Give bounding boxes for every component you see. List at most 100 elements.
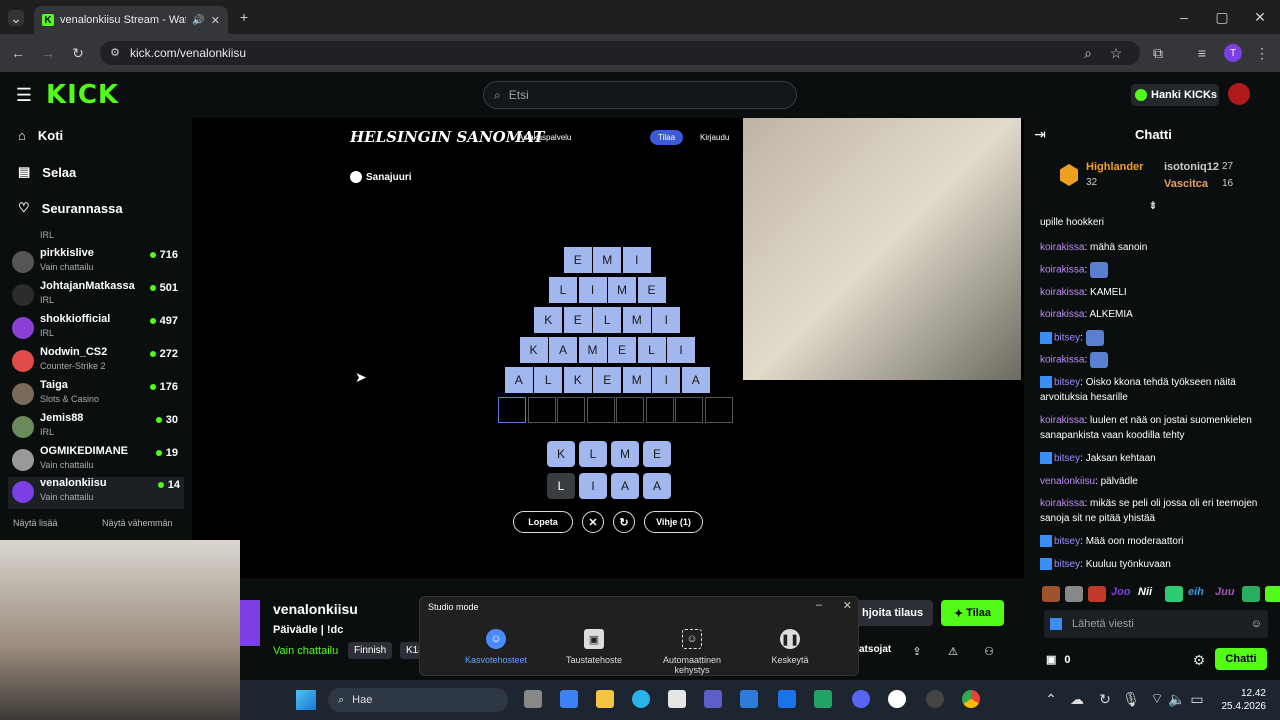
search-input[interactable]: ⌕ Etsi [483,81,797,109]
user-options-icon[interactable]: ⚇ [982,644,996,658]
chat-username[interactable]: koirakissa [1040,415,1084,426]
bookmark-star-icon[interactable]: ☆ [1108,45,1124,61]
close-tab-icon[interactable]: ✕ [211,14,220,27]
sidebar-nav-following[interactable]: ♡ Seurannassa [18,200,123,216]
microphone-icon[interactable]: 🎙 [1122,691,1140,707]
battery-icon[interactable]: ▭ [1190,691,1204,707]
kicks-balance[interactable]: ▣ 0 [1046,653,1071,667]
auto-framing-button[interactable]: ☺ Automaattinen kehystys [652,625,732,675]
emote-word[interactable]: Nii [1138,586,1152,598]
volume-icon[interactable]: 🔈 [1168,691,1185,707]
zoom-icon[interactable]: ⌕ [1080,45,1096,61]
task-view-icon[interactable] [524,690,542,708]
gift-sub-button[interactable]: hjoita tilaus [859,600,933,626]
emote-word[interactable]: Joo [1111,586,1131,598]
close-window-icon[interactable]: ✕ [1252,9,1268,25]
leader-name[interactable]: isotoniq12 [1164,161,1219,173]
chat-username[interactable]: bitsey [1054,559,1080,570]
wifi-icon[interactable]: ⌔ [1150,690,1164,706]
chat-input[interactable]: Lähetä viesti ☺ [1044,610,1268,638]
subscribe-button[interactable]: ✦ Tilaa [941,600,1004,626]
taskbar-clock[interactable]: 12.42 25.4.2026 [1210,687,1267,713]
leader-name[interactable]: Vascitca [1164,178,1208,190]
taskbar-search[interactable]: ⌕ Hae [328,688,508,712]
send-chat-button[interactable]: Chatti [1215,648,1267,670]
report-icon[interactable]: ⚠ [946,644,960,658]
emote-icon[interactable] [1042,586,1060,602]
viewers-partial[interactable]: atsojat [859,644,891,655]
studio-close-icon[interactable]: ✕ [843,599,852,612]
emote-word[interactable]: Juu [1215,586,1235,598]
edge-icon[interactable] [632,690,650,708]
tab-list-icon[interactable]: ⌄ [8,10,24,26]
chat-username[interactable]: koirakissa [1040,498,1084,509]
chat-username[interactable]: koirakissa [1040,309,1084,320]
chat-username[interactable]: bitsey [1054,377,1080,388]
followed-channel[interactable]: Nodwin_CS2 Counter-Strike 2 272 [12,346,182,378]
chat-username[interactable]: koirakissa [1040,287,1084,298]
excel-icon[interactable] [814,690,832,708]
followed-channel[interactable]: JohtajanMatkassa IRL 501 [12,280,182,312]
tag-k18[interactable]: K18 [400,642,420,659]
chat-username[interactable]: bitsey [1054,536,1080,547]
copilot-icon[interactable] [560,690,578,708]
menu-dots-icon[interactable]: ⋮ [1254,45,1270,61]
app-icon[interactable] [926,690,944,708]
leader-name[interactable]: Highlander [1086,161,1143,173]
studio-minimize-icon[interactable]: – [816,599,822,611]
sidebar-nav-browse[interactable]: ▤ Selaa [18,164,76,180]
followed-channel[interactable]: OGMIKEDIMANE Vain chattailu 19 [12,445,182,477]
outlook-icon[interactable] [778,690,796,708]
followed-channel[interactable]: shokkiofficial IRL 497 [12,313,182,345]
media-icon[interactable]: ≡ [1194,45,1210,61]
streamer-avatar[interactable] [240,600,260,646]
emote-icon[interactable] [1165,586,1183,602]
user-avatar[interactable] [1228,83,1250,105]
emoji-icon[interactable]: ☺ [1251,618,1262,630]
expand-leaderboard-icon[interactable]: ⇟ [1146,199,1160,212]
followed-channel[interactable]: pirkkislive Vain chattailu 716 [12,247,182,279]
start-menu-icon[interactable] [296,690,316,710]
followed-channel[interactable]: Jemis88 IRL 30 [12,412,182,444]
chrome-icon[interactable] [962,690,980,708]
app-icon[interactable] [888,690,906,708]
collapse-chat-icon[interactable]: ⇥ [1032,126,1048,142]
audio-icon[interactable]: 🔊 [192,15,204,26]
minimize-icon[interactable]: – [1176,9,1192,25]
background-effect-button[interactable]: ▣ Taustatehoste [554,625,634,665]
followed-channel[interactable]: Taiga Slots & Casino 176 [12,379,182,411]
stream-category[interactable]: Vain chattailu [273,645,338,657]
followed-channel-active[interactable]: venalonkiisu Vain chattailu 14 [8,477,184,509]
show-less-link[interactable]: Näytä vähemmän [102,518,173,528]
kick-logo[interactable]: KICK [46,80,119,110]
url-field[interactable]: kick.com/venalonkiisu [100,41,1140,65]
streamer-name[interactable]: venalonkiisu [273,601,358,617]
tray-expand-icon[interactable]: ⌃ [1044,691,1058,707]
show-more-link[interactable]: Näytä lisää [13,518,58,528]
reload-icon[interactable]: ↻ [70,45,86,61]
pause-button[interactable]: ❚❚ Keskeytä [750,625,830,665]
emote-icon[interactable] [1065,586,1083,602]
chat-username[interactable]: koirakissa [1040,355,1084,366]
chat-settings-icon[interactable]: ⚙ [1192,652,1206,668]
chat-username[interactable]: koirakissa [1040,242,1084,253]
face-effects-button[interactable]: ☺ Kasvotehosteet [456,625,536,665]
camera-app-icon[interactable] [740,690,758,708]
chat-username[interactable]: koirakissa [1040,265,1084,276]
chat-username[interactable]: bitsey [1054,333,1080,344]
chat-username[interactable]: bitsey [1054,453,1080,464]
calculator-icon[interactable] [668,690,686,708]
emote-icon[interactable] [1242,586,1260,602]
emote-word[interactable]: eih [1188,586,1204,598]
sidebar-nav-home[interactable]: ⌂ Koti [18,128,63,143]
hamburger-menu-icon[interactable]: ☰ [14,85,34,105]
tag-finnish[interactable]: Finnish [348,642,393,659]
get-kicks-button[interactable]: Hanki KICKs [1131,84,1219,106]
onedrive-icon[interactable]: ☁ [1070,691,1084,707]
forward-icon[interactable]: → [40,45,56,61]
browser-tab[interactable]: K venalonkiisu Stream - Watc 🔊 ✕ [34,6,228,34]
emote-icon[interactable] [1265,586,1280,602]
chat-username[interactable]: venalonkiisu [1040,476,1095,487]
profile-avatar[interactable]: T [1224,44,1242,62]
file-explorer-icon[interactable] [596,690,614,708]
